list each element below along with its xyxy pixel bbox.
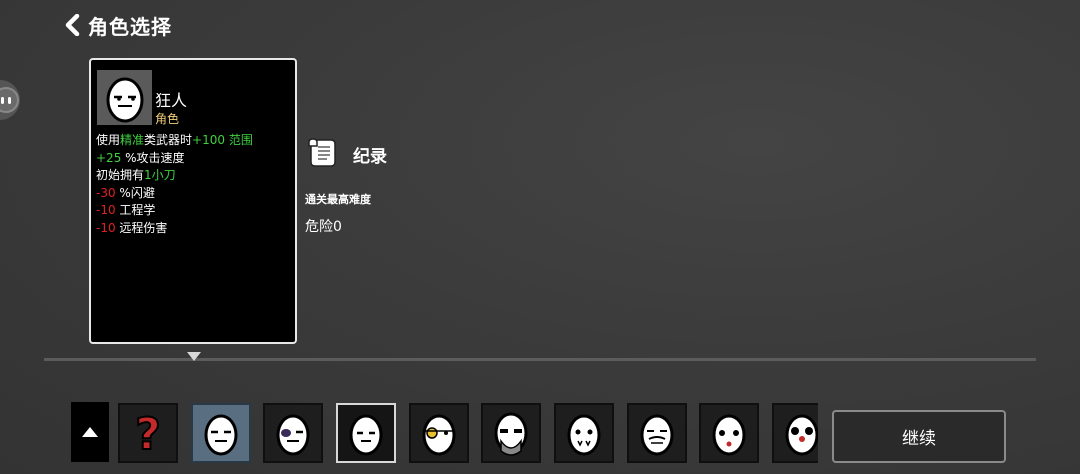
character-slot-hurt[interactable] — [699, 403, 759, 463]
character-slot-bandit[interactable] — [263, 403, 323, 463]
potato-sage-icon — [640, 414, 674, 456]
stat-row: +25 %攻击速度 — [96, 150, 253, 168]
character-slot-random[interactable]: ? — [118, 403, 178, 463]
best-difficulty-label: 通关最高难度 — [305, 193, 371, 206]
stat-text: +100 范围 — [192, 133, 253, 147]
stat-text: -30 — [96, 185, 116, 200]
potato-pirate-icon — [422, 414, 456, 456]
back-button[interactable] — [60, 11, 84, 39]
stat-row: -10 工程学 — [96, 202, 253, 220]
stat-text: 初始拥有 — [96, 168, 145, 183]
potato-clown-icon — [785, 414, 818, 456]
best-difficulty-value: 危险0 — [305, 219, 342, 235]
stat-text: %闪避 — [115, 185, 155, 200]
stat-text: 1小刀 — [144, 168, 176, 183]
potato-hurt-icon — [712, 414, 746, 456]
robot-face-icon — [0, 87, 19, 113]
svg-text:?: ? — [135, 409, 161, 457]
character-slot-pirate[interactable] — [409, 403, 469, 463]
side-menu-tab[interactable] — [0, 80, 20, 120]
character-name: 狂人 — [155, 91, 188, 110]
continue-button[interactable]: 继续 — [832, 410, 1006, 463]
stat-row: -30 %闪避 — [96, 185, 253, 203]
stat-row: 初始拥有1小刀 — [96, 167, 253, 185]
character-slot-list: ? — [118, 400, 818, 470]
stat-text: 工程学 — [115, 203, 156, 218]
character-slot-vampire[interactable] — [554, 403, 614, 463]
character-slot-clown[interactable] — [772, 403, 818, 463]
header: 角色选择 — [60, 10, 172, 40]
chevron-left-icon — [65, 14, 80, 36]
stat-text: 类武器时 — [144, 133, 193, 147]
potato-bandit-icon — [276, 414, 310, 456]
character-slot-blank[interactable] — [336, 403, 396, 463]
potato-madman-icon — [204, 414, 238, 456]
records-title: 纪录 — [353, 147, 387, 167]
page-title: 角色选择 — [88, 14, 172, 39]
stat-text: 使用 — [96, 133, 121, 147]
stat-text: -10 — [96, 220, 116, 235]
character-slot-sage[interactable] — [627, 403, 687, 463]
character-type-label: 角色 — [155, 112, 180, 126]
stat-row: -10 远程伤害 — [96, 220, 253, 238]
question-mark-icon: ? — [134, 409, 162, 457]
character-stats: 使用精准类武器时+100 范围 +25 %攻击速度 初始拥有1小刀 -30 %闪避 -1… — [96, 132, 253, 238]
stat-text: %攻击速度 — [121, 150, 185, 165]
potato-madman-icon — [106, 77, 143, 122]
stat-text: 精准 — [120, 133, 145, 147]
character-portrait — [97, 70, 152, 125]
stat-text: +25 — [96, 150, 122, 165]
potato-icon — [349, 414, 383, 456]
selection-pointer-icon — [187, 352, 201, 361]
character-slot-viking[interactable] — [481, 403, 541, 463]
stat-row: 使用精准类武器时+100 范围 — [96, 132, 253, 150]
potato-viking-icon — [494, 412, 528, 456]
scroll-up-button[interactable] — [71, 402, 109, 462]
stat-text: -10 — [96, 203, 116, 218]
character-info-card: 狂人 角色 使用精准类武器时+100 范围 +25 %攻击速度 初始拥有1小刀 -30… — [89, 58, 297, 344]
scroll-icon — [308, 138, 336, 167]
potato-vampire-icon — [567, 414, 601, 456]
triangle-up-icon — [82, 427, 98, 437]
character-slot-madman[interactable] — [191, 403, 251, 463]
stat-text: 远程伤害 — [115, 220, 168, 235]
